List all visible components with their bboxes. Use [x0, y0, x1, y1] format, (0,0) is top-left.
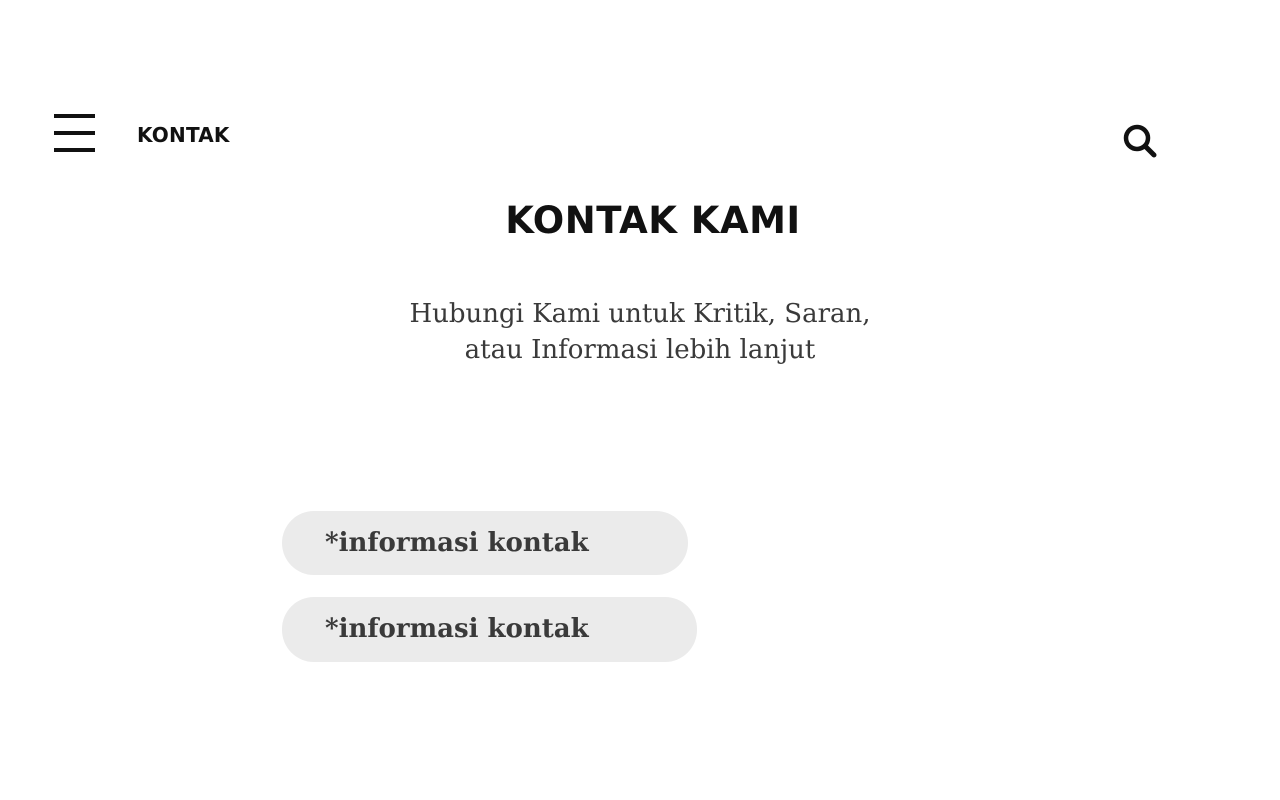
hamburger-menu-icon[interactable] — [54, 113, 96, 155]
menu-bar-middle — [54, 131, 95, 135]
menu-bar-top — [54, 114, 95, 118]
menu-bar-bottom — [54, 148, 95, 152]
search-icon[interactable] — [1120, 122, 1160, 162]
subtitle-line-2: atau Informasi lebih lanjut — [464, 335, 816, 365]
search-icon-glyph — [1123, 124, 1157, 158]
page-title: KONTAK KAMI — [505, 199, 801, 242]
nav-page-title: KONTAK — [137, 123, 230, 147]
subtitle-line-1: Hubungi Kami untuk Kritik, Saran, — [409, 299, 871, 329]
page-subtitle: Hubungi Kami untuk Kritik, Saran, atau I… — [340, 296, 940, 368]
contact-info-item[interactable]: *informasi kontak — [282, 597, 697, 662]
contact-info-item[interactable]: *informasi kontak — [282, 511, 688, 575]
